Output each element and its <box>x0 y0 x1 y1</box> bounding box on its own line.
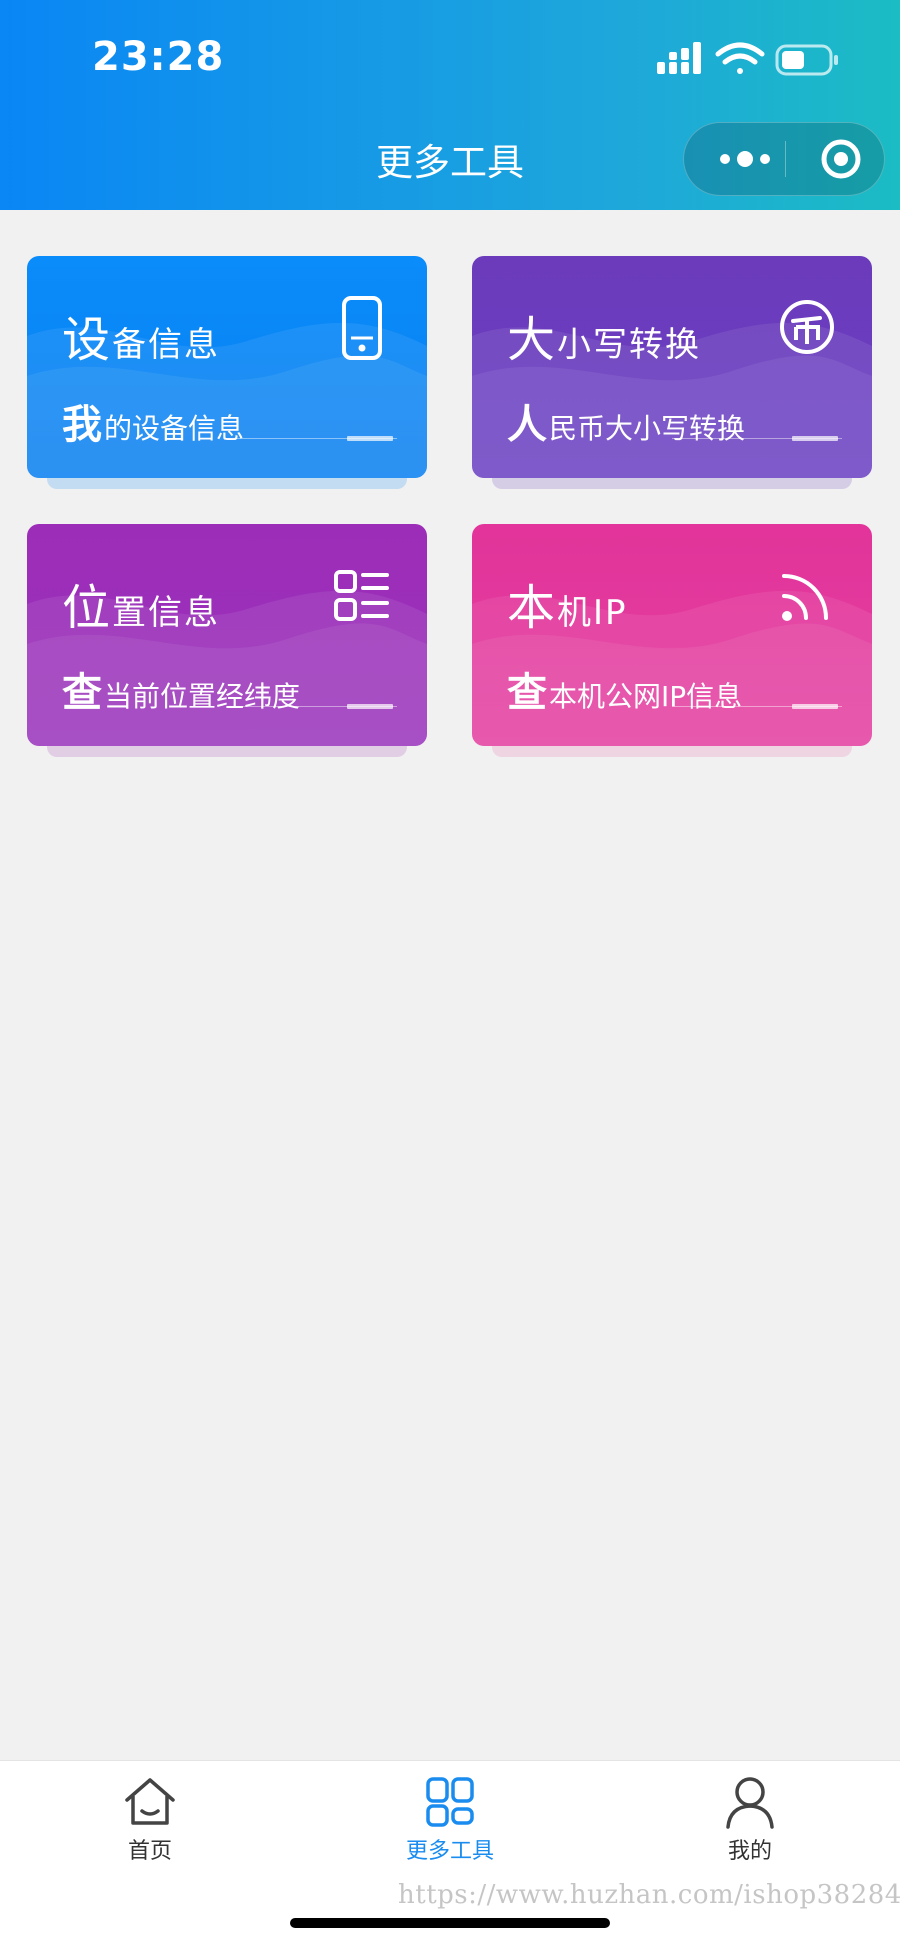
tab-home[interactable]: 首页 <box>60 1775 240 1875</box>
local-ip-card[interactable]: 本机IP 查本机公网IP信息 <box>472 524 872 757</box>
mini-program-capsule <box>683 122 885 196</box>
home-icon <box>125 1778 175 1825</box>
wifi-icon <box>715 42 765 74</box>
tab-mine[interactable]: 我的 <box>660 1775 840 1875</box>
card-body: 位置信息 查当前位置经纬度 <box>27 524 427 746</box>
tab-label: 更多工具 <box>405 1839 494 1864</box>
card-title: 本机IP <box>507 580 628 636</box>
card-title: 位置信息 <box>62 580 221 636</box>
card-body: 设备信息 我的设备信息 <box>27 256 427 478</box>
close-target-icon[interactable] <box>814 123 874 195</box>
underline-accent <box>347 436 393 441</box>
underline-accent <box>792 436 838 441</box>
user-icon <box>726 1777 774 1829</box>
location-info-card[interactable]: 位置信息 查当前位置经纬度 <box>27 524 427 757</box>
tab-label: 首页 <box>127 1839 172 1864</box>
underline-accent <box>792 704 838 709</box>
card-subtitle: 我的设备信息 <box>62 402 245 448</box>
rss-icon <box>782 574 828 621</box>
card-subtitle: 查本机公网IP信息 <box>507 670 743 716</box>
card-subtitle: 查当前位置经纬度 <box>62 670 301 716</box>
card-title: 设备信息 <box>62 312 221 368</box>
navigation-header: 23:28 更多工具 <box>0 0 900 210</box>
battery-icon <box>775 44 838 76</box>
capsule-divider <box>785 141 786 177</box>
more-icon[interactable] <box>708 123 782 195</box>
tab-label: 我的 <box>727 1839 772 1864</box>
home-indicator <box>290 1918 610 1928</box>
phone-icon <box>342 296 382 360</box>
card-body: 大小写转换 人民币大小写转换 <box>472 256 872 478</box>
tab-more-tools[interactable]: 更多工具 <box>360 1775 540 1875</box>
signal-icon <box>657 42 701 74</box>
card-title: 大小写转换 <box>507 312 702 368</box>
card-body: 本机IP 查本机公网IP信息 <box>472 524 872 746</box>
currency-icon <box>780 300 834 354</box>
device-info-card[interactable]: 设备信息 我的设备信息 <box>27 256 427 489</box>
status-icons <box>657 42 838 76</box>
case-convert-card[interactable]: 大小写转换 人民币大小写转换 <box>472 256 872 489</box>
underline-accent <box>347 704 393 709</box>
watermark: https://www.huzhan.com/ishop38284 <box>398 1880 900 1910</box>
status-time: 23:28 <box>92 34 225 80</box>
grid-icon <box>426 1777 474 1827</box>
list-icon <box>334 570 389 621</box>
card-subtitle: 人民币大小写转换 <box>507 402 746 448</box>
